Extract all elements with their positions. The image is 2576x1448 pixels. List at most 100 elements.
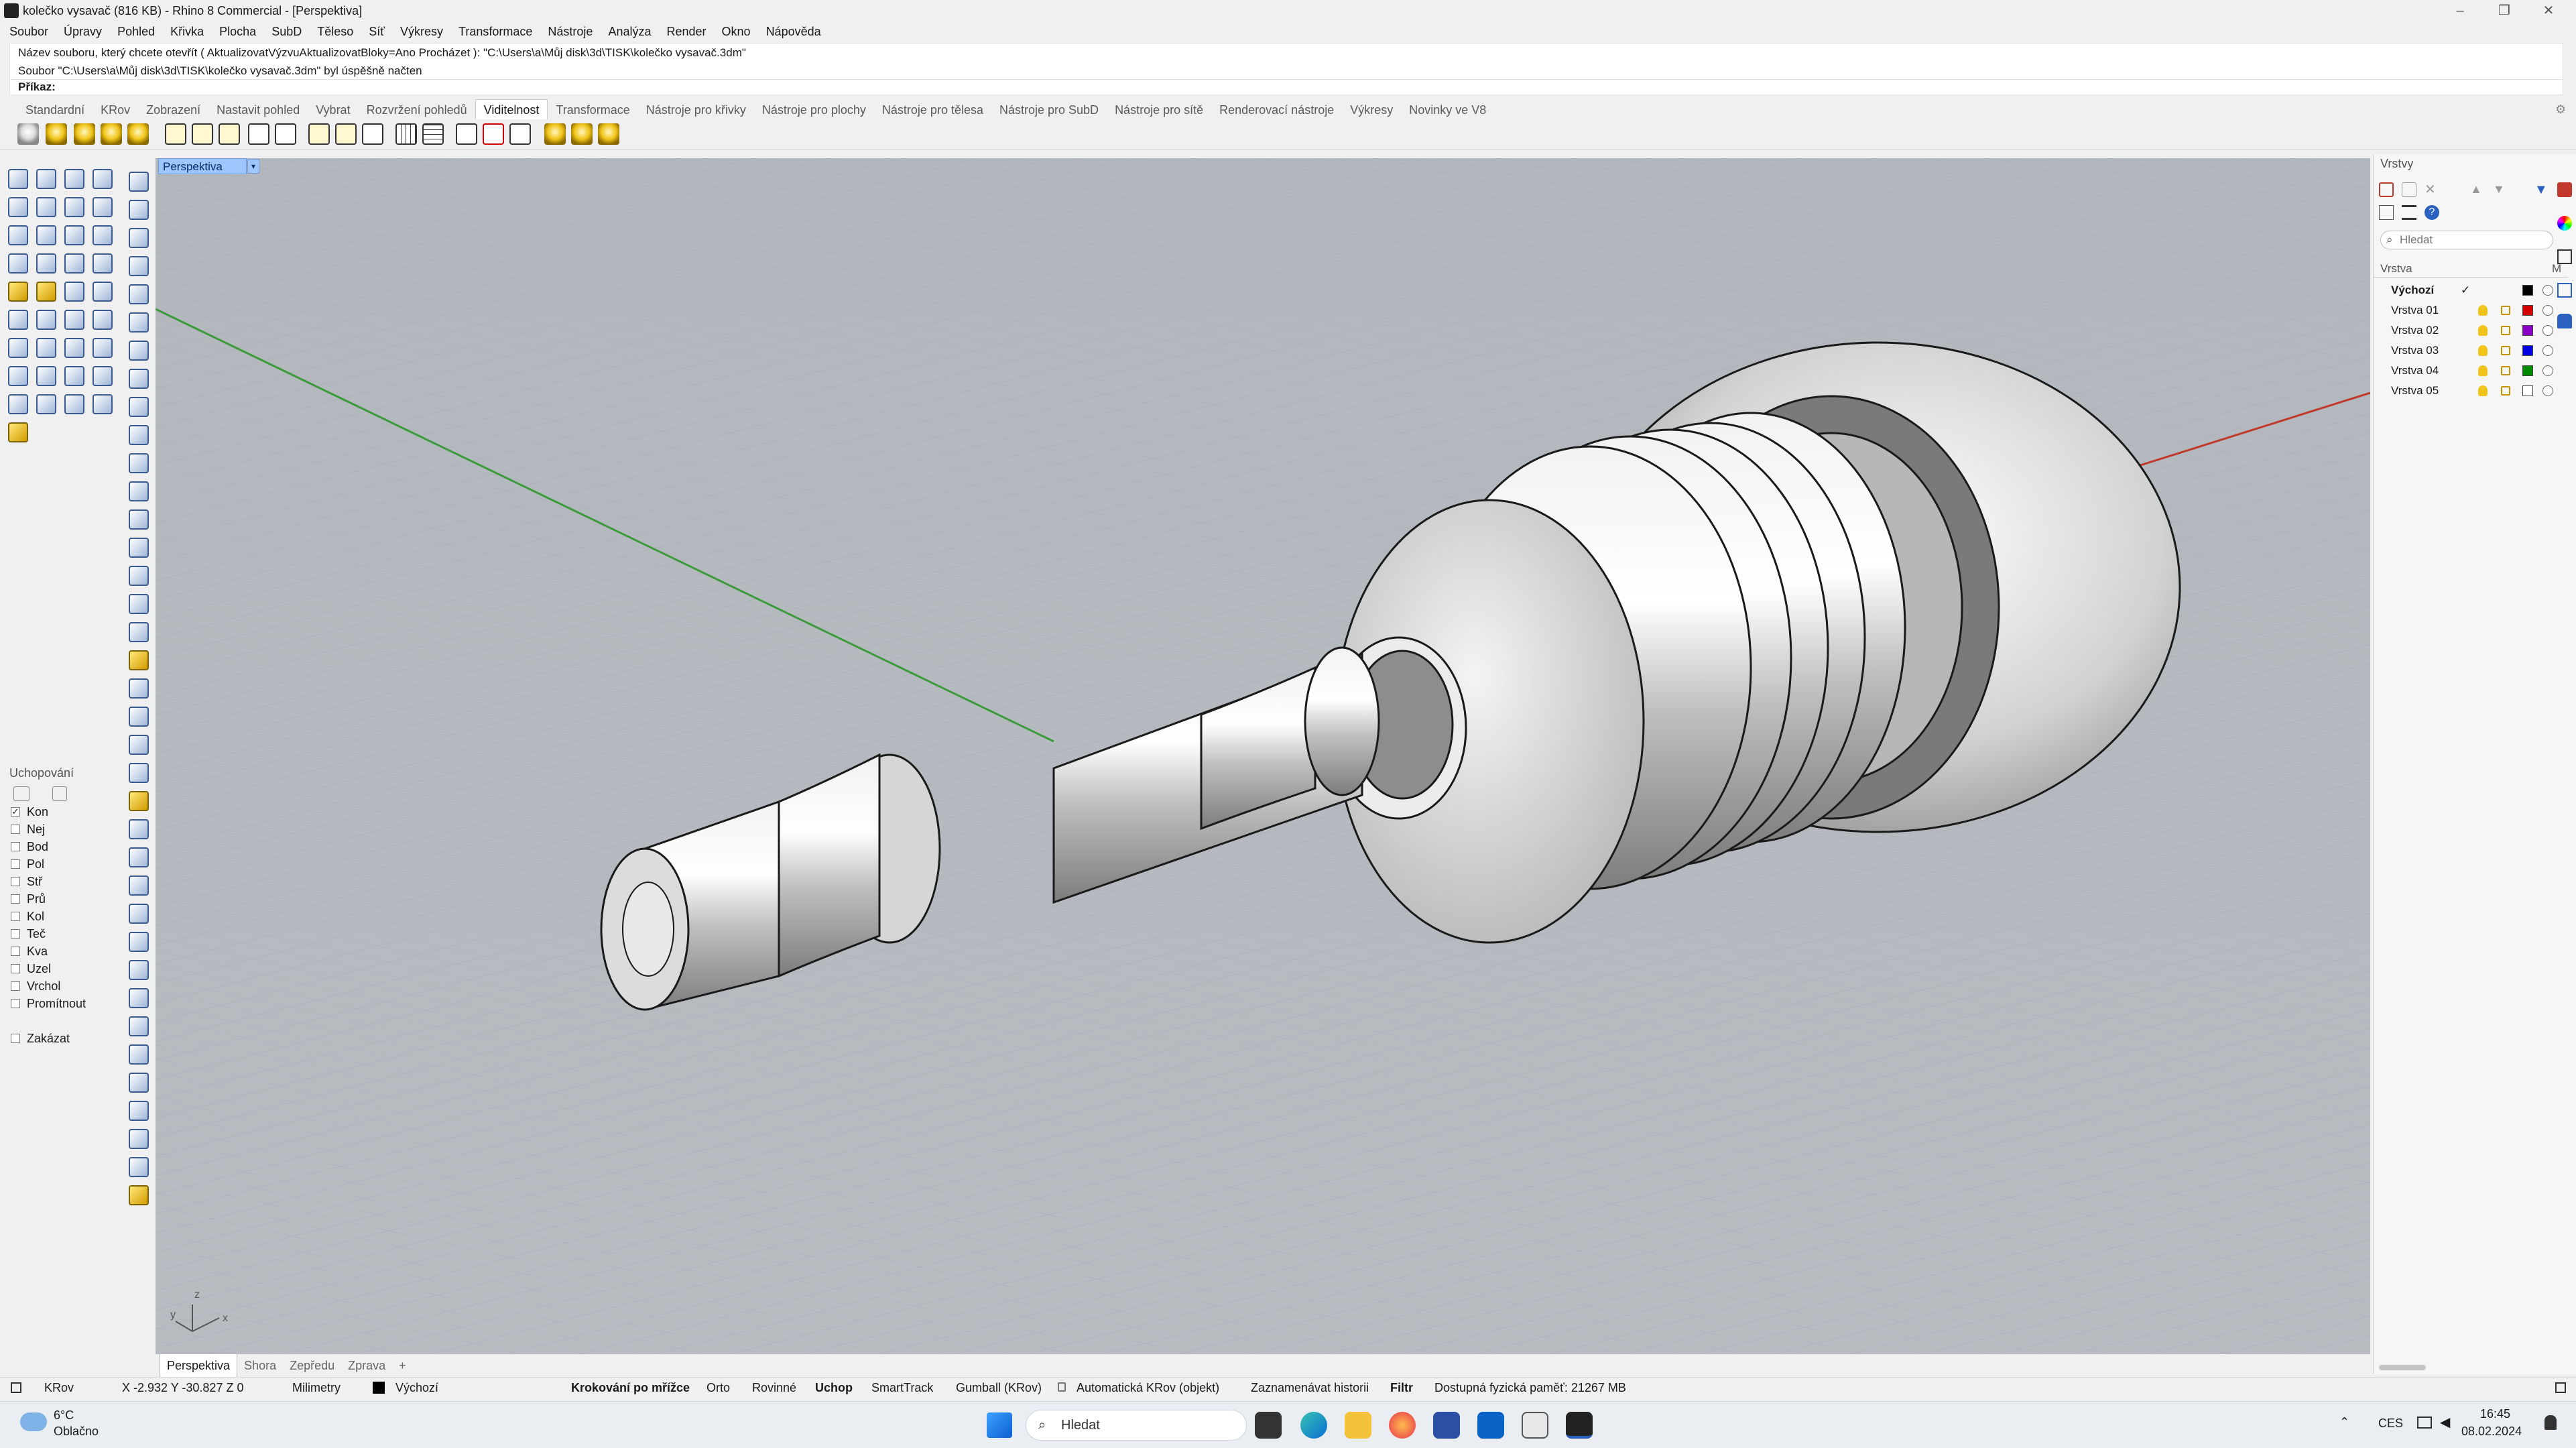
layer-material-icon[interactable] bbox=[2542, 285, 2553, 296]
move-up-icon[interactable]: ▲ bbox=[2470, 182, 2485, 197]
sidebar-tool-icon[interactable] bbox=[129, 538, 149, 558]
explode-icon[interactable] bbox=[93, 282, 113, 302]
lock-swap-icon[interactable] bbox=[219, 123, 240, 145]
sidebar-tool-icon[interactable] bbox=[129, 341, 149, 361]
layer-name[interactable]: Vrstva 02 bbox=[2391, 320, 2439, 341]
osnap-checkbox[interactable] bbox=[11, 859, 20, 869]
polygon-icon[interactable] bbox=[8, 225, 28, 245]
scale-icon[interactable] bbox=[36, 394, 56, 414]
boolean-difference-icon[interactable] bbox=[36, 282, 56, 302]
osnap-item[interactable]: Promítnout bbox=[4, 995, 119, 1012]
new-sublayer-icon[interactable] bbox=[2402, 182, 2416, 197]
tab-viewport-layout[interactable]: Rozvržení pohledů bbox=[359, 100, 475, 120]
tray-overflow-icon[interactable]: ⌃ bbox=[2339, 1415, 2349, 1429]
analyze-icon[interactable] bbox=[64, 366, 84, 386]
osnap-checkbox[interactable] bbox=[11, 999, 20, 1008]
render-icon[interactable] bbox=[8, 394, 28, 414]
rhino-app-icon[interactable] bbox=[1566, 1412, 1593, 1439]
maximize-button[interactable]: ❐ bbox=[2484, 0, 2524, 21]
cylinder-icon[interactable] bbox=[64, 253, 84, 274]
layer-color-swatch[interactable] bbox=[2522, 385, 2533, 396]
delete-layer-icon[interactable]: ✕ bbox=[2425, 182, 2439, 197]
display-tab-icon[interactable] bbox=[2557, 249, 2572, 264]
weather-desc[interactable]: Oblačno bbox=[54, 1425, 99, 1439]
tab-display[interactable]: Zobrazení bbox=[138, 100, 208, 120]
gumball-icon[interactable] bbox=[93, 366, 113, 386]
menu-mesh[interactable]: Síť bbox=[369, 25, 385, 38]
surface-corner-icon[interactable] bbox=[64, 225, 84, 245]
curve-icon[interactable] bbox=[93, 169, 113, 189]
boolean-union-icon[interactable] bbox=[8, 282, 28, 302]
layer-material-icon[interactable] bbox=[2542, 325, 2553, 336]
sidebar-tool-icon[interactable] bbox=[129, 904, 149, 924]
network-icon[interactable] bbox=[2417, 1416, 2432, 1429]
world-axes-icon[interactable] bbox=[456, 123, 477, 145]
layer-lock-icon[interactable] bbox=[2501, 366, 2510, 375]
weather-cloud-icon[interactable] bbox=[20, 1412, 47, 1431]
mesh-icon[interactable] bbox=[8, 310, 28, 330]
join-icon[interactable] bbox=[64, 282, 84, 302]
point-icon[interactable] bbox=[36, 169, 56, 189]
osnap-checkbox[interactable] bbox=[11, 877, 20, 886]
tab-mesh-tools[interactable]: Nástroje pro sítě bbox=[1107, 100, 1211, 120]
snipping-tool-icon[interactable] bbox=[1522, 1412, 1548, 1439]
arc-icon[interactable] bbox=[64, 197, 84, 217]
layer-search-input[interactable]: ⌕ Hledat bbox=[2380, 231, 2553, 249]
menu-view[interactable]: Pohled bbox=[117, 25, 155, 38]
sidebar-tool-icon[interactable] bbox=[129, 397, 149, 417]
layer-name[interactable]: Výchozí bbox=[2391, 280, 2434, 300]
snap-settings-icon[interactable] bbox=[13, 786, 29, 801]
menu-edit[interactable]: Úpravy bbox=[64, 25, 102, 38]
transform-icon[interactable] bbox=[64, 338, 84, 358]
show-in-detail-icon[interactable] bbox=[335, 123, 357, 145]
layer-visible-bulb-icon[interactable] bbox=[2478, 385, 2488, 396]
filter-layers-icon[interactable]: ▼ bbox=[2534, 182, 2549, 197]
layer-color-swatch[interactable] bbox=[2522, 305, 2533, 316]
sidebar-tool-icon[interactable] bbox=[129, 228, 149, 248]
osnap-checkbox[interactable] bbox=[11, 894, 20, 904]
layer-visible-bulb-icon[interactable] bbox=[2478, 365, 2488, 376]
fillet-edge-icon[interactable] bbox=[36, 310, 56, 330]
fillet-curve-icon[interactable] bbox=[36, 225, 56, 245]
sidebar-tool-icon[interactable] bbox=[129, 819, 149, 839]
smarttrack-toggle[interactable]: SmartTrack bbox=[871, 1378, 933, 1398]
osnap-checkbox[interactable] bbox=[11, 947, 20, 956]
material-icon[interactable] bbox=[93, 394, 113, 414]
extrude-icon[interactable] bbox=[93, 225, 113, 245]
lock-icon[interactable] bbox=[165, 123, 186, 145]
sidebar-tool-icon[interactable] bbox=[129, 425, 149, 445]
layer-visible-bulb-icon[interactable] bbox=[2478, 345, 2488, 356]
layer-color-swatch[interactable] bbox=[2522, 365, 2533, 376]
osnap-disable[interactable]: Zakázat bbox=[4, 1030, 119, 1047]
viewport-title[interactable]: Perspektiva ▾ bbox=[158, 158, 259, 174]
render-tab-icon[interactable] bbox=[2557, 283, 2572, 298]
osnap-item[interactable]: Prů bbox=[4, 890, 119, 908]
unlock-icon[interactable] bbox=[192, 123, 213, 145]
notification-bell-icon[interactable] bbox=[2544, 1415, 2557, 1430]
file-explorer-icon[interactable] bbox=[1345, 1412, 1371, 1439]
offset-icon[interactable] bbox=[64, 310, 84, 330]
menu-drawings[interactable]: Výkresy bbox=[400, 25, 443, 38]
sidebar-tool-icon[interactable] bbox=[129, 1016, 149, 1036]
hide-icon[interactable] bbox=[46, 123, 67, 145]
sidebar-tool-icon[interactable] bbox=[129, 312, 149, 333]
osnap-item[interactable]: Vrchol bbox=[4, 977, 119, 995]
tab-subd-tools[interactable]: Nástroje pro SubD bbox=[991, 100, 1107, 120]
osnap-checkbox[interactable] bbox=[11, 929, 20, 939]
tab-new-in-v8[interactable]: Novinky ve V8 bbox=[1401, 100, 1494, 120]
box-icon[interactable] bbox=[8, 253, 28, 274]
statusbar-toggle-icon[interactable] bbox=[11, 1382, 21, 1393]
menu-solid[interactable]: Těleso bbox=[317, 25, 353, 38]
weather-temp[interactable]: 6°C bbox=[54, 1408, 74, 1423]
hide-points-icon[interactable] bbox=[127, 123, 149, 145]
osnap-checkbox[interactable] bbox=[11, 825, 20, 834]
auto-cplane-toggle[interactable]: Automatická KRov (objekt) bbox=[1077, 1378, 1219, 1398]
volume-icon[interactable]: ◀ bbox=[2440, 1414, 2450, 1431]
layer-bulb-swap-icon[interactable] bbox=[598, 123, 619, 145]
taskbar-search[interactable]: ⌕ Hledat bbox=[1026, 1410, 1247, 1441]
layers-scrollbar[interactable] bbox=[2379, 1365, 2426, 1370]
sidebar-tool-icon[interactable] bbox=[129, 172, 149, 192]
tab-render-tools[interactable]: Renderovací nástroje bbox=[1211, 100, 1342, 120]
tab-front[interactable]: Zepředu bbox=[283, 1354, 341, 1377]
isolate-icon[interactable] bbox=[509, 123, 531, 145]
